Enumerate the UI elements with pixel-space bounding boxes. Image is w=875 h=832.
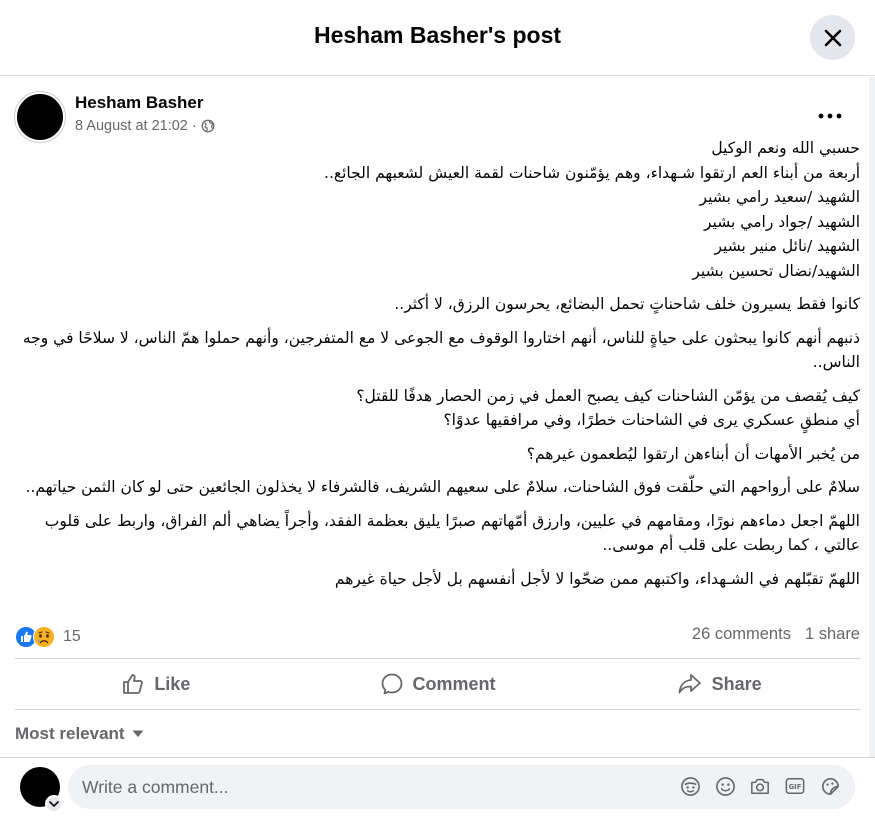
camera-icon bbox=[751, 778, 769, 795]
emoji-icon bbox=[715, 776, 735, 796]
comment-placeholder: Write a comment... bbox=[82, 776, 229, 797]
sort-label: Most relevant bbox=[15, 724, 125, 743]
comment-tools: GIF bbox=[679, 775, 841, 797]
comment-composer: Write a comment... GIF bbox=[0, 757, 875, 832]
post-paragraph: حسبي الله ونعم الوكيل أربعة من أبناء الع… bbox=[324, 139, 860, 280]
more-options-icon bbox=[818, 113, 842, 119]
scrollbar[interactable] bbox=[869, 77, 875, 757]
globe-icon bbox=[201, 119, 215, 133]
sad-icon bbox=[33, 626, 55, 648]
chevron-down-icon bbox=[49, 801, 59, 807]
reaction-icons[interactable] bbox=[15, 626, 55, 648]
post-paragraph: اللهمّ تقبّلهم في الشـهداء، واكتبهم ممن … bbox=[334, 569, 860, 588]
reaction-count[interactable]: 15 bbox=[63, 628, 81, 646]
emoji-button[interactable] bbox=[714, 775, 736, 797]
comment-input[interactable]: Write a comment... GIF bbox=[68, 765, 855, 809]
more-options-button[interactable] bbox=[810, 98, 850, 134]
camera-button[interactable] bbox=[749, 775, 771, 797]
thumbs-up-icon bbox=[123, 674, 144, 694]
dialog-header: Hesham Basher's post bbox=[0, 0, 875, 76]
shares-count[interactable]: 1 share bbox=[805, 625, 860, 644]
meta-separator: · bbox=[191, 118, 197, 134]
post-paragraph: سلامٌ على أرواحهم التي حلّقت فوق الشاحنا… bbox=[25, 478, 860, 496]
post-text: حسبي الله ونعم الوكيل أربعة من أبناء الع… bbox=[15, 136, 860, 600]
comment-button[interactable]: Comment bbox=[297, 659, 579, 709]
close-icon bbox=[824, 29, 841, 46]
close-button[interactable] bbox=[810, 15, 855, 60]
gif-icon: GIF bbox=[785, 777, 805, 795]
sticker-icon bbox=[821, 777, 839, 795]
post-timestamp[interactable]: 8 August at 21:02 bbox=[75, 118, 188, 134]
dialog-title: Hesham Basher's post bbox=[313, 22, 562, 48]
like-button[interactable]: Like bbox=[15, 659, 297, 709]
reactions-summary: 15 26 comments 1 share bbox=[15, 622, 860, 652]
action-bar: Like Comment Share bbox=[15, 658, 860, 710]
author-avatar[interactable] bbox=[15, 92, 65, 142]
sticker-button[interactable] bbox=[819, 775, 841, 797]
comments-count[interactable]: 26 comments bbox=[692, 625, 791, 644]
profile-switch-button[interactable] bbox=[45, 795, 63, 813]
post-header: Hesham Basher 8 August at 21:02 · bbox=[15, 90, 865, 142]
share-icon bbox=[678, 674, 701, 694]
avatar-sticker-icon bbox=[680, 776, 700, 796]
post-paragraph: من يُخبر الأمهات أن أبناءهن ارتقوا ليُطع… bbox=[526, 444, 860, 463]
like-label: Like bbox=[154, 673, 191, 694]
author-name[interactable]: Hesham Basher bbox=[75, 93, 204, 113]
gif-button[interactable]: GIF bbox=[784, 775, 806, 797]
comment-sort-dropdown[interactable]: Most relevant bbox=[15, 724, 144, 744]
share-button[interactable]: Share bbox=[578, 659, 860, 709]
engagement-counts: 26 comments 1 share bbox=[692, 625, 860, 644]
caret-down-icon bbox=[132, 730, 144, 737]
comment-label: Comment bbox=[412, 673, 496, 694]
avatar-sticker-button[interactable] bbox=[679, 775, 701, 797]
post-paragraph: كيف يُقصف من يؤمّن الشاحنات كيف يصبح الع… bbox=[356, 386, 860, 430]
post-paragraph: ذنبهم أنهم كانوا يبحثون على حياةٍ للناس،… bbox=[22, 328, 860, 372]
comment-icon bbox=[381, 673, 402, 695]
post-paragraph: كانوا فقط يسيرون خلف شاحناتٍ تحمل البضائ… bbox=[394, 295, 860, 313]
svg-text:GIF: GIF bbox=[789, 783, 802, 791]
post-meta: 8 August at 21:02 · bbox=[75, 118, 215, 134]
share-label: Share bbox=[711, 673, 762, 694]
post-paragraph: اللهمّ اجعل دماءهم نورًا، ومقامهم في علي… bbox=[44, 511, 860, 555]
